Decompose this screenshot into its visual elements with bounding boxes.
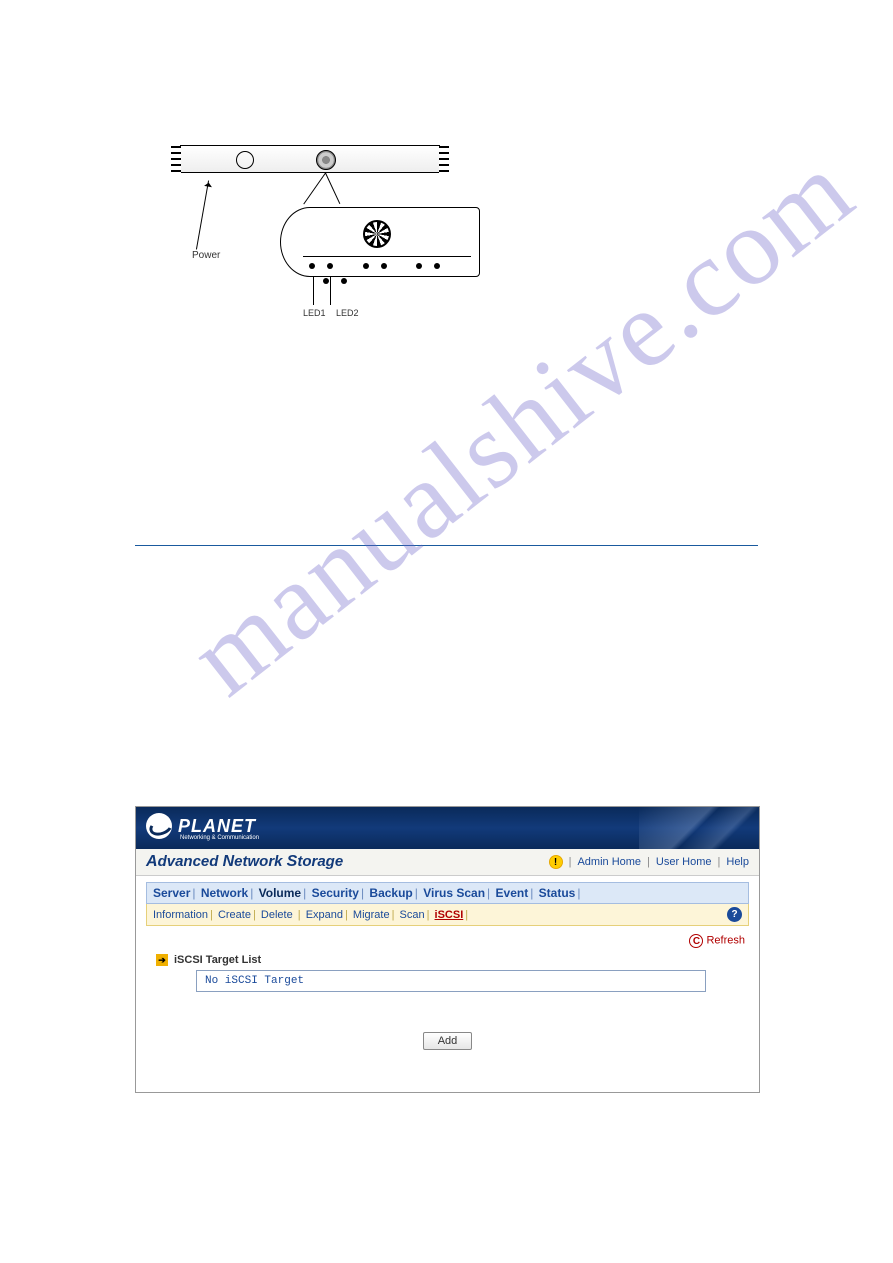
help-icon[interactable]: ? xyxy=(727,907,742,922)
subtab-iscsi[interactable]: iSCSI xyxy=(435,909,464,921)
add-button[interactable]: Add xyxy=(423,1032,473,1050)
section-divider xyxy=(135,545,758,546)
tab-backup[interactable]: Backup xyxy=(369,886,412,900)
planet-logo-icon xyxy=(146,813,172,839)
brand-name: PLANET xyxy=(178,816,256,837)
iscsi-target-list-box: No iSCSI Target xyxy=(196,970,706,992)
refresh-row: CRefresh xyxy=(146,926,749,952)
tab-virus-scan[interactable]: Virus Scan xyxy=(423,886,485,900)
hardware-diagram: Power LED1 LED2 xyxy=(180,145,480,345)
section-heading: ➔ iSCSI Target List xyxy=(156,954,739,966)
led-labels: LED1 LED2 xyxy=(303,308,367,318)
arrow-right-icon: ➔ xyxy=(156,954,168,966)
fan-icon xyxy=(363,220,391,248)
section-title: iSCSI Target List xyxy=(174,954,261,966)
sub-tab-bar: Information| Create| Delete | Expand| Mi… xyxy=(146,904,749,926)
top-nav: ! | Admin Home | User Home | Help xyxy=(549,855,749,869)
alert-icon[interactable]: ! xyxy=(549,855,563,869)
main-tab-bar: Server| Network| Volume| Security| Backu… xyxy=(146,882,749,904)
subtab-expand[interactable]: Expand xyxy=(306,909,343,921)
subtab-delete[interactable]: Delete xyxy=(261,909,293,921)
led2-label: LED2 xyxy=(336,308,359,318)
refresh-link[interactable]: Refresh xyxy=(706,935,745,947)
brand-tagline: Networking & Communication xyxy=(180,835,259,841)
ui-title-bar: Advanced Network Storage ! | Admin Home … xyxy=(136,849,759,876)
admin-home-link[interactable]: Admin Home xyxy=(577,856,641,868)
subtab-information[interactable]: Information xyxy=(153,909,208,921)
empty-list-message: No iSCSI Target xyxy=(205,975,304,987)
subtab-create[interactable]: Create xyxy=(218,909,251,921)
tab-security[interactable]: Security xyxy=(312,886,359,900)
tab-network[interactable]: Network xyxy=(201,886,248,900)
subtab-scan[interactable]: Scan xyxy=(400,909,425,921)
tab-server[interactable]: Server xyxy=(153,886,190,900)
user-home-link[interactable]: User Home xyxy=(656,856,712,868)
tab-event[interactable]: Event xyxy=(496,886,529,900)
help-link[interactable]: Help xyxy=(726,856,749,868)
power-label: Power xyxy=(192,250,220,261)
subtab-migrate[interactable]: Migrate xyxy=(353,909,390,921)
led1-label: LED1 xyxy=(303,308,326,318)
app-title: Advanced Network Storage xyxy=(146,853,343,871)
tab-status[interactable]: Status xyxy=(539,886,576,900)
rack-detail-illustration xyxy=(280,207,480,277)
rack-unit-illustration xyxy=(180,145,440,173)
ui-header-banner: PLANET Networking & Communication xyxy=(136,807,759,849)
tab-volume[interactable]: Volume xyxy=(259,886,301,900)
refresh-icon[interactable]: C xyxy=(689,934,703,948)
admin-ui-screenshot: PLANET Networking & Communication Advanc… xyxy=(135,806,760,1093)
arrow-icon xyxy=(196,180,209,249)
